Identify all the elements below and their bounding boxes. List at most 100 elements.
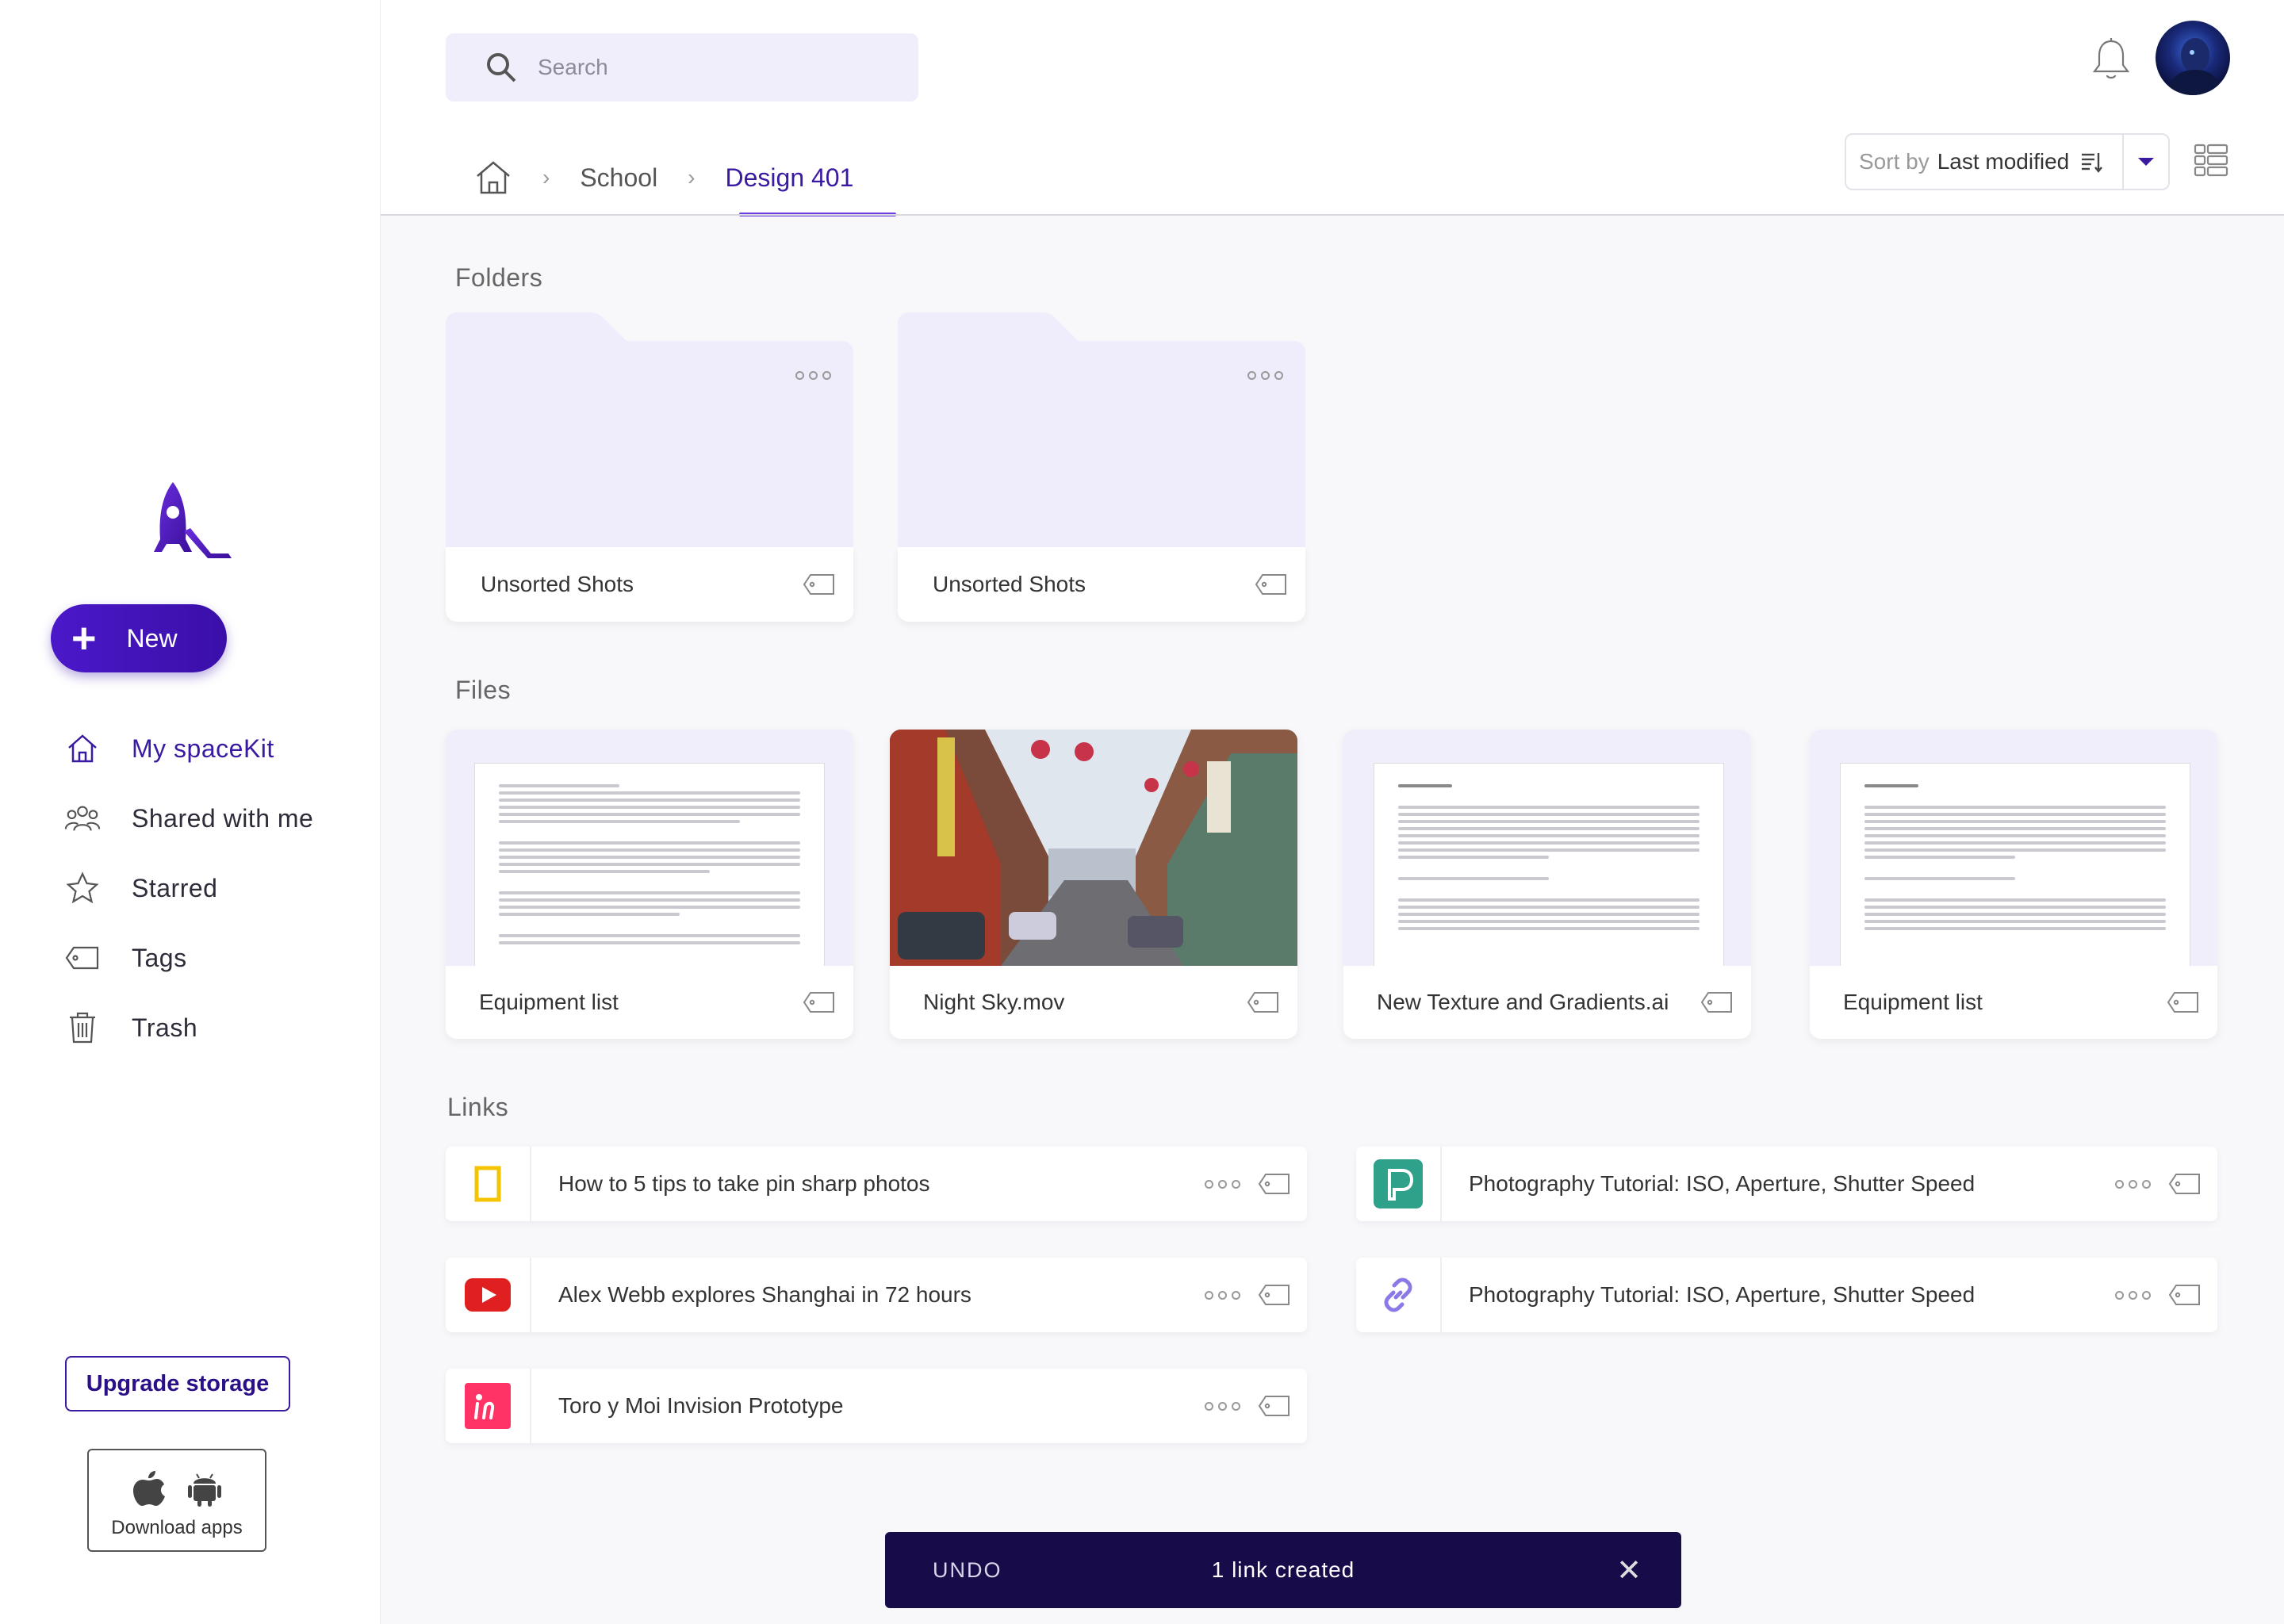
street-photo-image xyxy=(890,730,1297,966)
snackbar: UNDO 1 link created ✕ xyxy=(885,1532,1681,1608)
sidebar-item-label: My spaceKit xyxy=(132,733,274,763)
link-item[interactable]: Alex Webb explores Shanghai in 72 hours xyxy=(446,1258,1307,1332)
android-icon xyxy=(188,1473,221,1507)
document-preview xyxy=(1840,763,2190,966)
more-options-icon[interactable] xyxy=(795,371,831,380)
more-options-icon[interactable] xyxy=(1247,371,1283,380)
document-preview xyxy=(1374,763,1724,966)
sidebar-item-label: Starred xyxy=(132,873,218,902)
sidebar-item-label: Shared with me xyxy=(132,803,314,833)
sidebar-item-shared[interactable]: Shared with me xyxy=(63,783,313,853)
snackbar-message: 1 link created xyxy=(1211,1557,1355,1582)
file-thumbnail xyxy=(446,730,853,966)
folder-card[interactable]: Unsorted Shots xyxy=(898,312,1305,622)
tag-icon[interactable] xyxy=(2168,1283,2202,1307)
link-item[interactable]: Toro y Moi Invision Prototype xyxy=(446,1369,1307,1443)
trash-icon xyxy=(63,1009,102,1047)
file-name: Equipment list xyxy=(479,990,619,1014)
tag-icon[interactable] xyxy=(803,573,836,596)
link-title: Toro y Moi Invision Prototype xyxy=(558,1393,844,1418)
sort-dropdown-toggle[interactable] xyxy=(2124,156,2168,167)
file-card[interactable]: Equipment list xyxy=(1810,730,2217,1039)
tag-icon[interactable] xyxy=(1258,1283,1291,1307)
home-icon xyxy=(63,730,102,768)
tag-icon[interactable] xyxy=(1258,1394,1291,1418)
star-icon xyxy=(63,869,102,907)
tag-icon[interactable] xyxy=(1700,990,1734,1014)
link-item[interactable]: Photography Tutorial: ISO, Aperture, Shu… xyxy=(1356,1147,2217,1221)
undo-button[interactable]: UNDO xyxy=(933,1558,1002,1583)
links-section-title: Links xyxy=(447,1093,509,1121)
apple-icon xyxy=(133,1471,165,1506)
breadcrumb-item[interactable]: School xyxy=(580,163,657,193)
breadcrumb-current[interactable]: Design 401 xyxy=(726,163,854,193)
upgrade-storage-button[interactable]: Upgrade storage xyxy=(65,1356,290,1411)
bell-icon[interactable] xyxy=(2090,36,2132,84)
sidebar-item-tags[interactable]: Tags xyxy=(63,923,313,993)
file-thumbnail xyxy=(890,730,1297,966)
tag-icon[interactable] xyxy=(803,990,836,1014)
sidebar-item-my-spacekit[interactable]: My spaceKit xyxy=(63,714,313,783)
file-card[interactable]: Night Sky.mov xyxy=(890,730,1297,1039)
download-apps-button[interactable]: Download apps xyxy=(87,1449,266,1552)
folder-card[interactable]: Unsorted Shots xyxy=(446,312,853,622)
more-options-icon[interactable] xyxy=(1205,1401,1240,1411)
more-options-icon[interactable] xyxy=(1205,1179,1240,1189)
link-item[interactable]: How to 5 tips to take pin sharp photos xyxy=(446,1147,1307,1221)
sidebar-nav: My spaceKit Shared with me Starred Tags … xyxy=(63,714,313,1063)
sidebar-item-label: Tags xyxy=(132,943,187,972)
sidebar-item-label: Trash xyxy=(132,1013,198,1042)
file-thumbnail xyxy=(1343,730,1751,966)
document-preview xyxy=(474,763,825,966)
folders-section-title: Folders xyxy=(455,263,543,292)
file-thumbnail xyxy=(1810,730,2217,966)
more-options-icon[interactable] xyxy=(1205,1290,1240,1300)
close-icon[interactable]: ✕ xyxy=(1616,1553,1642,1588)
tag-icon[interactable] xyxy=(2167,990,2200,1014)
sidebar-item-starred[interactable]: Starred xyxy=(63,853,313,923)
folder-name: Unsorted Shots xyxy=(933,572,1086,596)
tag-icon[interactable] xyxy=(2168,1172,2202,1196)
file-card[interactable]: Equipment list xyxy=(446,730,853,1039)
sidebar-item-trash[interactable]: Trash xyxy=(63,993,313,1063)
avatar[interactable] xyxy=(2156,21,2230,95)
plus-icon: + xyxy=(71,615,97,662)
file-card[interactable]: New Texture and Gradients.ai xyxy=(1343,730,1751,1039)
people-icon xyxy=(63,799,102,837)
sort-icon xyxy=(2082,153,2103,173)
caret-down-icon xyxy=(2138,158,2154,166)
search-bar[interactable] xyxy=(446,33,918,102)
youtube-icon xyxy=(465,1278,511,1312)
new-button[interactable]: + New xyxy=(51,604,227,672)
tag-icon[interactable] xyxy=(1258,1172,1291,1196)
search-icon xyxy=(487,53,516,82)
invision-icon xyxy=(465,1383,511,1429)
chevron-right-icon: › xyxy=(542,165,550,190)
search-input[interactable] xyxy=(538,55,855,80)
files-section-title: Files xyxy=(455,676,512,704)
breadcrumb: › School › Design 401 xyxy=(474,152,853,203)
folder-icon xyxy=(898,312,1305,547)
chain-link-icon xyxy=(1384,1277,1412,1312)
download-apps-label: Download apps xyxy=(111,1517,243,1538)
sort-control[interactable]: Sort by Last modified xyxy=(1845,133,2170,190)
link-title: Photography Tutorial: ISO, Aperture, Shu… xyxy=(1469,1282,1976,1307)
link-title: Alex Webb explores Shanghai in 72 hours xyxy=(558,1282,971,1307)
list-view-icon[interactable] xyxy=(2194,143,2228,178)
folder-icon xyxy=(446,312,853,547)
home-icon[interactable] xyxy=(474,159,512,197)
sort-label: Sort by xyxy=(1859,149,1930,174)
spacekit-logo xyxy=(154,482,232,558)
more-options-icon[interactable] xyxy=(2115,1290,2151,1300)
chevron-right-icon: › xyxy=(688,165,696,190)
national-geographic-icon xyxy=(474,1166,501,1202)
link-title: Photography Tutorial: ISO, Aperture, Shu… xyxy=(1469,1171,1976,1196)
file-name: Night Sky.mov xyxy=(923,990,1065,1014)
sort-value: Last modified xyxy=(1937,149,2070,174)
folder-name: Unsorted Shots xyxy=(481,572,634,596)
tag-icon[interactable] xyxy=(1247,990,1280,1014)
tag-icon[interactable] xyxy=(1255,573,1288,596)
more-options-icon[interactable] xyxy=(2115,1179,2151,1189)
tag-icon xyxy=(63,939,102,977)
link-item[interactable]: Photography Tutorial: ISO, Aperture, Shu… xyxy=(1356,1258,2217,1332)
